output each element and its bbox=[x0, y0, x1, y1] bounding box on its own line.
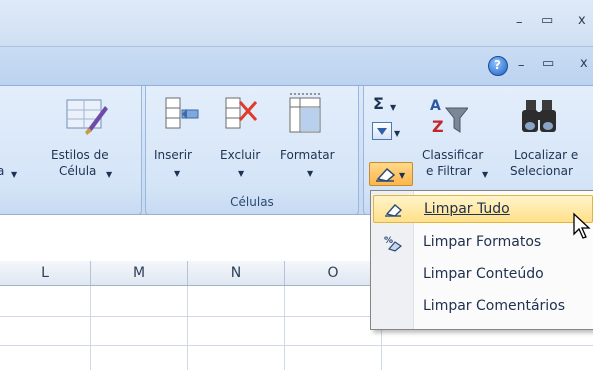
clear-dropdown-menu: Limpar Tudo % Limpar Formatos Limpar Con… bbox=[370, 190, 593, 330]
cells-group: Inserir ▼ Excluir ▼ Formatar ▼ Células bbox=[145, 86, 359, 215]
format-label[interactable]: Formatar bbox=[280, 148, 335, 163]
find-select-label-1[interactable]: Localizar e bbox=[514, 148, 578, 163]
previous-caret-icon: ▼ bbox=[11, 170, 18, 179]
fill-caret-icon: ▼ bbox=[394, 129, 401, 138]
cell-styles-caret-icon: ▼ bbox=[106, 170, 113, 179]
cells-group-label: Células bbox=[230, 195, 274, 209]
cell-styles-label-2[interactable]: Célula bbox=[59, 164, 96, 179]
sort-filter-label-1[interactable]: Classificar bbox=[422, 148, 483, 163]
insert-label[interactable]: Inserir bbox=[154, 148, 192, 163]
workbook-close-button[interactable]: x bbox=[580, 56, 588, 71]
column-divider bbox=[187, 286, 188, 370]
menu-item-clear-contents[interactable]: Limpar Conteúdo bbox=[373, 261, 591, 289]
cell-styles-icon[interactable] bbox=[65, 96, 109, 136]
sort-filter-caret-icon: ▼ bbox=[482, 170, 489, 179]
sort-filter-label-2[interactable]: e Filtrar bbox=[426, 164, 472, 179]
menu-item-label: Limpar Formatos bbox=[423, 234, 542, 250]
insert-caret-icon: ▼ bbox=[174, 169, 181, 178]
menu-item-clear-comments[interactable]: Limpar Comentários bbox=[373, 293, 591, 321]
menu-item-clear-all[interactable]: Limpar Tudo bbox=[373, 195, 593, 223]
workbook-restore-button[interactable]: ▭ bbox=[542, 56, 554, 71]
column-header-n[interactable]: N bbox=[188, 261, 285, 285]
delete-cells-icon[interactable] bbox=[220, 96, 266, 136]
help-icon[interactable]: ? bbox=[488, 56, 508, 76]
window-restore-button[interactable]: ▭ bbox=[541, 13, 553, 28]
find-select-label-2[interactable]: Selecionar bbox=[510, 164, 573, 179]
menu-item-label: Limpar Comentários bbox=[423, 298, 566, 314]
menu-item-label: Limpar Tudo bbox=[424, 201, 510, 217]
svg-text:Z: Z bbox=[432, 117, 444, 136]
eraser-icon bbox=[376, 167, 396, 182]
find-select-icon[interactable] bbox=[518, 94, 562, 138]
column-header-o[interactable]: O bbox=[285, 261, 382, 285]
window-minimize-button[interactable]: – bbox=[516, 15, 523, 30]
row-divider bbox=[0, 345, 593, 346]
previous-button-tail[interactable]: a bbox=[0, 164, 4, 179]
menu-item-label: Limpar Conteúdo bbox=[423, 266, 544, 282]
styles-group: Estilos de a ▼ Célula ▼ bbox=[0, 86, 142, 215]
column-header-m[interactable]: M bbox=[91, 261, 188, 285]
menu-item-clear-formats[interactable]: % Limpar Formatos bbox=[373, 229, 591, 257]
delete-label[interactable]: Excluir bbox=[220, 148, 260, 163]
column-divider bbox=[284, 286, 285, 370]
svg-text:%: % bbox=[384, 236, 393, 246]
window-title-bar: – ▭ x bbox=[0, 0, 593, 47]
cell-styles-label-1[interactable]: Estilos de bbox=[51, 148, 109, 163]
column-divider bbox=[90, 286, 91, 370]
clear-formats-icon: % bbox=[384, 236, 403, 252]
fill-icon[interactable] bbox=[372, 122, 392, 140]
insert-cells-icon[interactable] bbox=[156, 96, 202, 136]
autosum-caret-icon: ▼ bbox=[390, 103, 397, 112]
column-header-l[interactable]: L bbox=[0, 261, 91, 285]
mouse-cursor-icon bbox=[573, 212, 591, 239]
delete-caret-icon: ▼ bbox=[238, 169, 245, 178]
autosum-icon[interactable]: Σ bbox=[373, 96, 384, 112]
workbook-control-bar: ? – ▭ x bbox=[0, 47, 593, 86]
format-cells-icon[interactable] bbox=[286, 92, 332, 136]
window-close-button[interactable]: x bbox=[578, 13, 586, 28]
svg-text:A: A bbox=[430, 98, 441, 114]
eraser-icon bbox=[385, 204, 403, 217]
clear-button[interactable]: ▼ bbox=[369, 162, 413, 186]
sort-filter-icon[interactable]: A Z bbox=[424, 94, 470, 138]
clear-caret-icon: ▼ bbox=[399, 171, 406, 180]
workbook-minimize-button[interactable]: – bbox=[518, 58, 525, 73]
format-caret-icon: ▼ bbox=[307, 169, 314, 178]
